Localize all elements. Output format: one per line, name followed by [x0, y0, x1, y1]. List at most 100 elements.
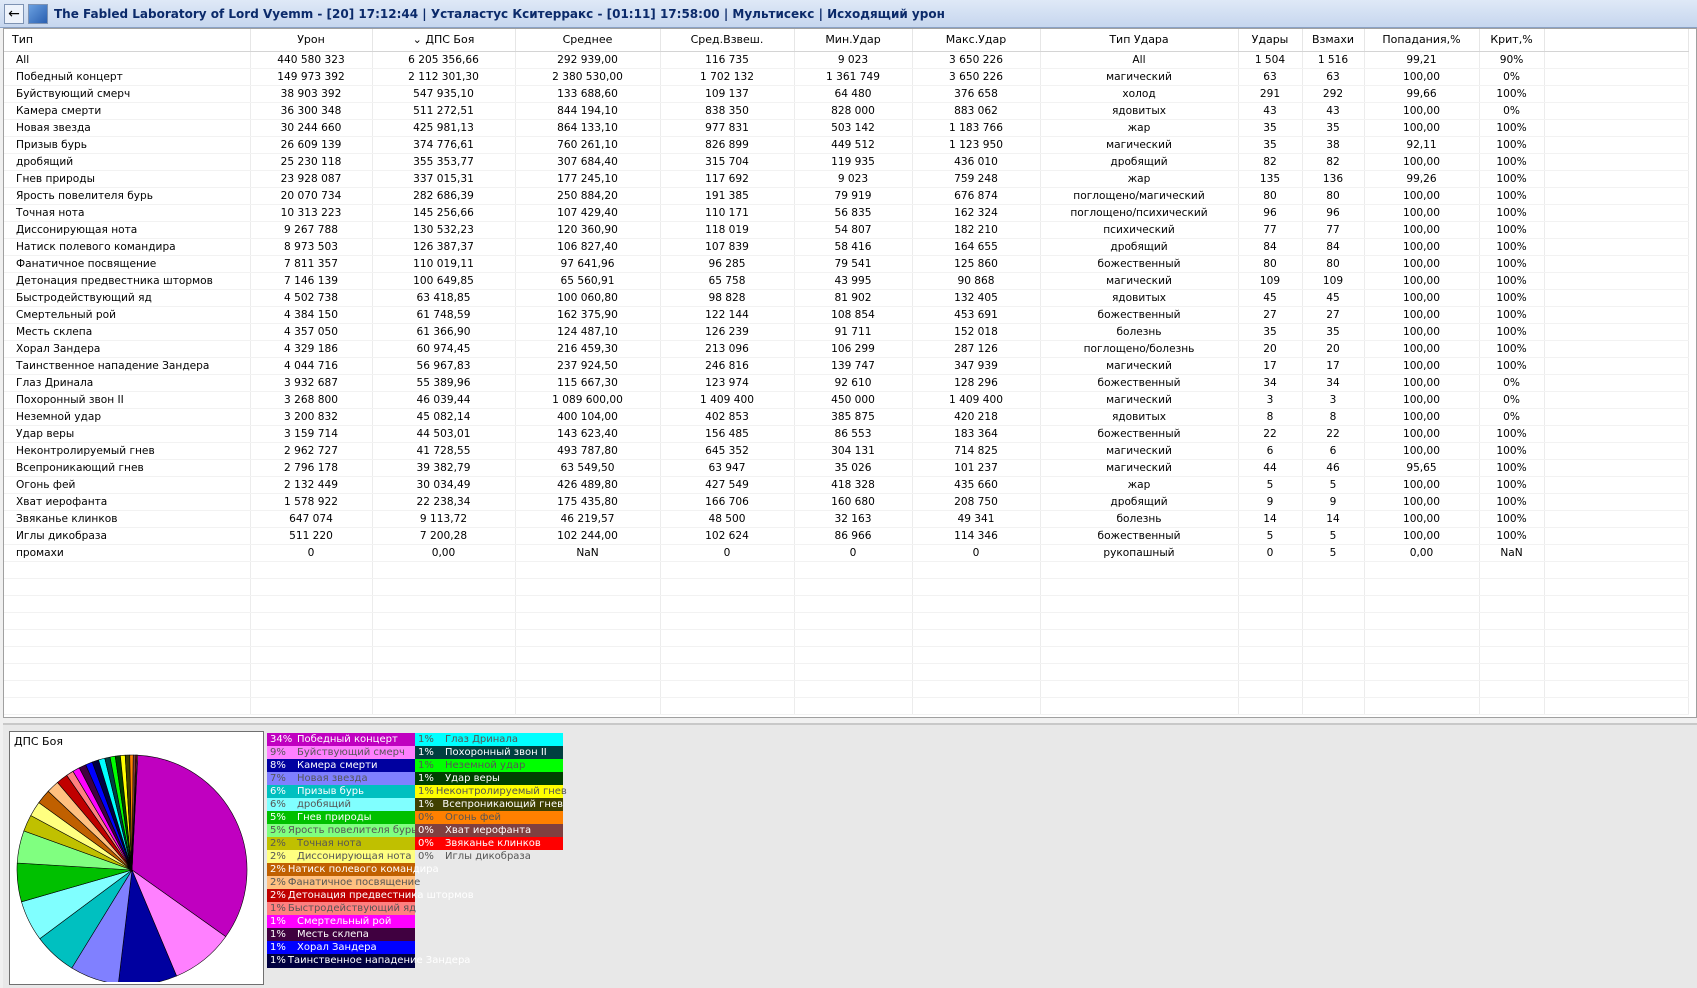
table-cell: 54 807 [794, 221, 913, 239]
table-row[interactable]: Неземной удар 3 200 832 45 082,14 400 104,0… [4, 408, 1689, 426]
table-row[interactable]: дробящий 25 230 118 355 353,77 307 684,40 31… [4, 153, 1689, 171]
table-cell: 100,00 [1364, 374, 1480, 392]
table-cell: 100,00 [1364, 255, 1480, 273]
column-header[interactable]: Мин.Удар [794, 29, 913, 52]
table-row[interactable]: Похоронный звон II 3 268 800 46 039,44 1 08… [4, 391, 1689, 409]
table-cell: 130 532,23 [372, 221, 516, 239]
table-row[interactable]: промахи 0 0,00 NaN 0 0 0 рукопашный 0 5 0,00 NaN [4, 544, 1689, 562]
column-header[interactable]: Урон [250, 29, 373, 52]
table-row[interactable]: Новая звезда 30 244 660 425 981,13 864 133,… [4, 119, 1689, 137]
table-cell: 4 502 738 [250, 289, 373, 307]
pie-svg [16, 754, 248, 982]
legend-percent: 2% [270, 877, 286, 888]
table-cell: 98 828 [660, 289, 795, 307]
table-cell: 35 [1238, 136, 1303, 154]
table-cell: 95,65 [1364, 459, 1480, 477]
legend-label: Удар веры [445, 773, 500, 784]
column-header[interactable]: Крит,% [1479, 29, 1545, 52]
table-row[interactable]: Всепроникающий гнев 2 796 178 39 382,79 63 … [4, 459, 1689, 477]
column-header[interactable]: Макс.Удар [912, 29, 1041, 52]
table-cell: 100,00 [1364, 306, 1480, 324]
table-cell: 81 902 [794, 289, 913, 307]
table-row[interactable]: Глаз Дринала 3 932 687 55 389,96 115 667,30… [4, 374, 1689, 392]
table-cell: 20 [1302, 340, 1365, 358]
column-header[interactable]: ⌄ ДПС Боя [372, 29, 516, 52]
table-cell: 100% [1479, 136, 1545, 154]
table-cell: 108 854 [794, 306, 913, 324]
column-header[interactable]: Взмахи [1302, 29, 1365, 52]
table-row[interactable]: Призыв бурь 26 609 139 374 776,61 760 261,1… [4, 136, 1689, 154]
table-cell: 49 341 [912, 510, 1041, 528]
table-cell: 347 939 [912, 357, 1041, 375]
table-cell: 647 074 [250, 510, 373, 528]
table-row[interactable]: All 440 580 323 6 205 356,66 292 939,00 116 … [4, 51, 1689, 69]
legend-label: Всепроникающий гнев [442, 799, 563, 810]
table-cell: магический [1040, 68, 1239, 86]
column-header[interactable]: Удары [1238, 29, 1303, 52]
table-row[interactable]: Иглы дикобраза 511 220 7 200,28 102 244,00 1… [4, 527, 1689, 545]
table-cell: Хват иерофанта [4, 493, 251, 511]
table-cell: 100% [1479, 476, 1545, 494]
legend-percent: 5% [270, 812, 286, 823]
legend-label: Хват иерофанта [445, 825, 532, 836]
table-row[interactable]: Огонь фей 2 132 449 30 034,49 426 489,80 427… [4, 476, 1689, 494]
table-row[interactable]: Неконтролируемый гнев 2 962 727 41 728,55 4… [4, 442, 1689, 460]
table-cell: All [4, 51, 251, 69]
legend-item: 2% Фанатичное посвящение [267, 876, 420, 890]
table-cell: 30 244 660 [250, 119, 373, 137]
pie-chart: ДПС Боя [9, 731, 264, 985]
table-cell: болезнь [1040, 323, 1239, 341]
table-row[interactable]: Хват иерофанта 1 578 922 22 238,34 175 435,… [4, 493, 1689, 511]
legend-label: Детонация предвестника штормов [287, 890, 474, 901]
table-row[interactable]: Смертельный рой 4 384 150 61 748,59 162 375… [4, 306, 1689, 324]
table-row[interactable]: Фанатичное посвящение 7 811 357 110 019,11… [4, 255, 1689, 273]
legend-percent: 0% [418, 812, 434, 823]
column-header[interactable]: Среднее [515, 29, 661, 52]
table-cell: Звяканье клинков [4, 510, 251, 528]
table-cell: All [1040, 51, 1239, 69]
table-cell: 100% [1479, 527, 1545, 545]
back-arrow-icon[interactable]: ← [4, 3, 24, 24]
table-row[interactable]: Удар веры 3 159 714 44 503,01 143 623,40 156… [4, 425, 1689, 443]
table-cell: 760 261,10 [515, 136, 661, 154]
table-cell: 107 839 [660, 238, 795, 256]
table-row[interactable]: Быстродействующий яд 4 502 738 63 418,85 10… [4, 289, 1689, 307]
column-header[interactable]: Тип [4, 29, 251, 52]
table-cell: 100,00 [1364, 153, 1480, 171]
table-row[interactable]: Буйствующий смерч 38 903 392 547 935,10 133… [4, 85, 1689, 103]
legend-item: 5% Ярость повелителя бурь [267, 824, 417, 838]
table-row[interactable]: Ярость повелителя бурь 20 070 734 282 686,… [4, 187, 1689, 205]
table-cell: 1 361 749 [794, 68, 913, 86]
table-cell: 79 919 [794, 187, 913, 205]
table-cell: 100,00 [1364, 221, 1480, 239]
legend-item: 1% Быстродействующий яд [267, 902, 416, 916]
table-cell: промахи [4, 544, 251, 562]
table-row[interactable]: Звяканье клинков 647 074 9 113,72 46 219,57… [4, 510, 1689, 528]
table-cell: 115 667,30 [515, 374, 661, 392]
table-row[interactable]: Таинственное нападение Зандера 4 044 716 5… [4, 357, 1689, 375]
table-cell: 22 238,34 [372, 493, 516, 511]
table-cell: холод [1040, 85, 1239, 103]
table-cell: 100% [1479, 85, 1545, 103]
table-row[interactable]: Месть склепа 4 357 050 61 366,90 124 487,10… [4, 323, 1689, 341]
column-header[interactable]: Сред.Взвеш. [660, 29, 795, 52]
table-cell: психический [1040, 221, 1239, 239]
table-row[interactable]: Точная нота 10 313 223 145 256,66 107 429,4… [4, 204, 1689, 222]
table-cell: 0,00 [372, 544, 516, 562]
column-header[interactable]: Попадания,% [1364, 29, 1480, 52]
table-cell: 41 728,55 [372, 442, 516, 460]
table-row[interactable]: Победный концерт 149 973 392 2 112 301,30 2… [4, 68, 1689, 86]
table-cell: Натиск полевого командира [4, 238, 251, 256]
legend-label: Диссонирующая нота [297, 851, 412, 862]
table-row[interactable]: Детонация предвестника штормов 7 146 139 1… [4, 272, 1689, 290]
table-row[interactable]: Диссонирующая нота 9 267 788 130 532,23 120… [4, 221, 1689, 239]
legend-label: Хорал Зандера [297, 942, 377, 953]
title-bar: ← The Fabled Laboratory of Lord Vyemm - … [0, 0, 1697, 28]
table-row[interactable]: Гнев природы 23 928 087 337 015,31 177 245,… [4, 170, 1689, 188]
table-row[interactable]: Камера смерти 36 300 348 511 272,51 844 194… [4, 102, 1689, 120]
table-row[interactable]: Натиск полевого командира 8 973 503 126 38… [4, 238, 1689, 256]
table-cell: 977 831 [660, 119, 795, 137]
table-row[interactable]: Хорал Зандера 4 329 186 60 974,45 216 459,3… [4, 340, 1689, 358]
table-cell: 125 860 [912, 255, 1041, 273]
column-header[interactable]: Тип Удара [1040, 29, 1239, 52]
